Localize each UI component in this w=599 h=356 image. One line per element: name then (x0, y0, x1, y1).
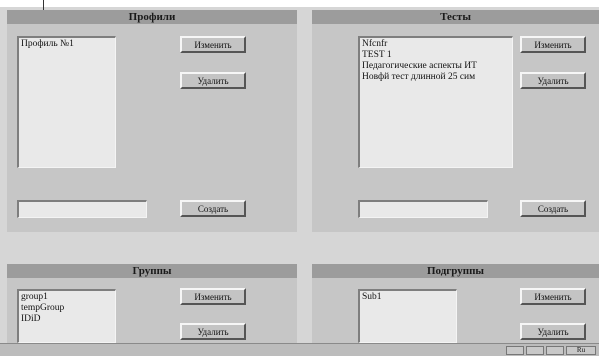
tests-edit-button[interactable]: Изменить (520, 36, 586, 53)
top-strip (0, 0, 599, 7)
list-item[interactable]: Nfcnfr (362, 39, 510, 50)
list-item[interactable]: Sub1 (362, 292, 454, 303)
list-item[interactable]: Педагогические аспекты ИТ (362, 61, 510, 72)
status-cell (546, 346, 564, 355)
tests-name-input[interactable] (358, 200, 488, 218)
status-cell (506, 346, 524, 355)
tests-create-button[interactable]: Создать (520, 200, 586, 217)
list-item[interactable]: TEST 1 (362, 50, 510, 61)
subgroups-delete-button[interactable]: Удалить (520, 323, 586, 340)
tests-delete-button[interactable]: Удалить (520, 72, 586, 89)
groups-delete-button[interactable]: Удалить (180, 323, 246, 340)
subgroups-title: Подгруппы (312, 264, 599, 278)
status-bar: Ru (0, 343, 599, 356)
profiles-list[interactable]: Профиль №1 (17, 36, 116, 168)
profiles-name-input[interactable] (17, 200, 147, 218)
language-indicator[interactable]: Ru (566, 346, 596, 355)
subgroups-list[interactable]: Sub1 (358, 289, 457, 343)
groups-list[interactable]: group1 tempGroup IDiD (17, 289, 116, 343)
tests-title: Тесты (312, 10, 599, 24)
list-item[interactable]: Профиль №1 (21, 39, 113, 50)
list-item[interactable]: group1 (21, 292, 113, 303)
list-item[interactable]: tempGroup (21, 303, 113, 314)
status-cell (526, 346, 544, 355)
profiles-title: Профили (7, 10, 297, 24)
list-item[interactable]: IDiD (21, 314, 113, 325)
groups-title: Группы (7, 264, 297, 278)
profiles-edit-button[interactable]: Изменить (180, 36, 246, 53)
profiles-create-button[interactable]: Создать (180, 200, 246, 217)
list-item[interactable]: Новфй тест длинной 25 сим (362, 72, 510, 83)
tests-panel: Тесты Nfcnfr TEST 1 Педагогические аспек… (312, 10, 599, 232)
groups-edit-button[interactable]: Изменить (180, 288, 246, 305)
groups-panel: Группы group1 tempGroup IDiD Изменить Уд… (7, 264, 297, 343)
profiles-delete-button[interactable]: Удалить (180, 72, 246, 89)
profiles-panel: Профили Профиль №1 Изменить Удалить Созд… (7, 10, 297, 232)
subgroups-panel: Подгруппы Sub1 Изменить Удалить (312, 264, 599, 343)
subgroups-edit-button[interactable]: Изменить (520, 288, 586, 305)
tests-list[interactable]: Nfcnfr TEST 1 Педагогические аспекты ИТ … (358, 36, 513, 168)
